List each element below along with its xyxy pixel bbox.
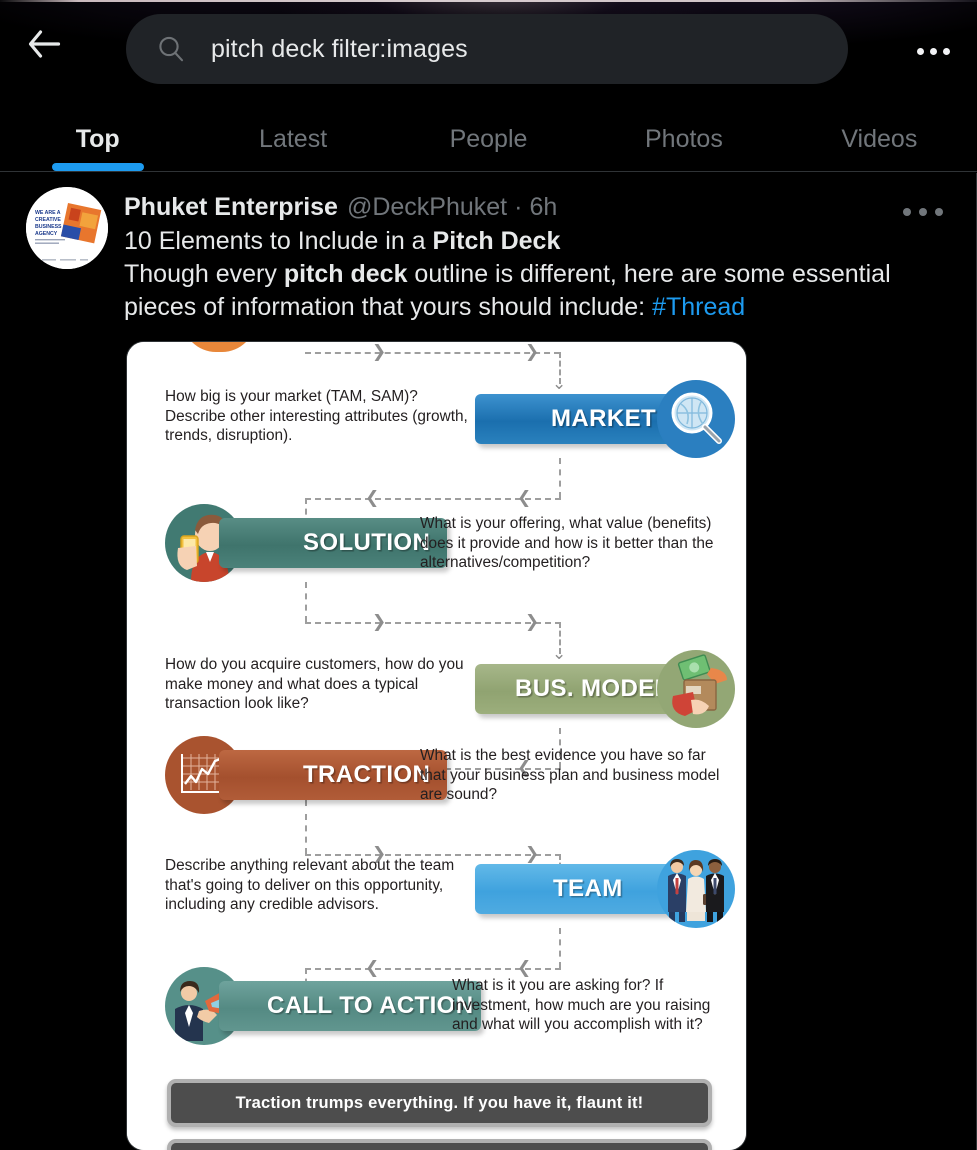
tab-photos-label: Photos — [645, 124, 723, 153]
tab-top[interactable]: Top — [0, 96, 195, 172]
search-tabs: Top Latest People Photos Videos — [0, 96, 977, 172]
tab-videos[interactable]: Videos — [782, 96, 977, 172]
tweet-author-handle[interactable]: @DeckPhuket — [347, 193, 507, 222]
hashtag-thread-link[interactable]: #Thread — [652, 293, 745, 321]
section-title-solution: SOLUTION — [303, 529, 431, 556]
tab-photos[interactable]: Photos — [586, 96, 781, 172]
connector-line — [559, 458, 561, 498]
section-blurb-bus-model: How do you acquire customers, how do you… — [165, 656, 464, 712]
arrow-right-icon: ❯ — [525, 342, 540, 362]
tweet-byline: Phuket Enterprise @DeckPhuket · 6h — [124, 193, 557, 222]
quote-plaque-2: If have experienced team, it might come … — [167, 1139, 712, 1150]
quote-plaque-1: Traction trumps everything. If you have … — [167, 1079, 712, 1127]
top-hairline — [0, 0, 977, 2]
section-blurb-market: How big is your market (TAM, SAM)? Descr… — [165, 388, 468, 444]
search-query-text: pitch deck filter:images — [211, 34, 468, 63]
section-title-traction: TRACTION — [303, 761, 431, 788]
arrow-left-icon: ❮ — [517, 958, 532, 978]
section-blurb-team: Describe anything relevant about the tea… — [165, 857, 455, 913]
section-title-team: TEAM — [553, 875, 623, 902]
arrow-left-icon: ❮ — [365, 958, 380, 978]
section-title-bus-model: BUS. MODEL — [515, 675, 670, 702]
cropped-orange-circle — [182, 342, 256, 352]
connector-line — [305, 582, 307, 622]
arrow-left-icon — [27, 29, 61, 59]
arrow-right-icon: ❯ — [525, 844, 540, 864]
tweet-text: 10 Elements to Include in a Pitch Deck T… — [124, 225, 914, 324]
connector-line — [559, 928, 561, 968]
section-title-call-to-action: CALL TO ACTION — [267, 992, 474, 1019]
tweet-author-name[interactable]: Phuket Enterprise — [124, 193, 338, 222]
section-blurb-traction: What is the best evidence you have so fa… — [420, 747, 720, 803]
arrow-down-icon: ⌄ — [552, 374, 567, 394]
svg-text:WE ARE A: WE ARE A — [35, 210, 61, 216]
more-horizontal-icon — [914, 47, 953, 55]
tweet-more-button[interactable] — [900, 197, 946, 227]
hand-with-money-parcel-icon — [657, 650, 735, 728]
tweet-image-infographic[interactable]: ❯ ❯ ⌄ How big is your market (TAM, SAM)?… — [126, 341, 747, 1150]
tab-people[interactable]: People — [391, 96, 586, 172]
section-title-market: MARKET — [551, 405, 657, 432]
three-people-icon — [657, 850, 735, 928]
arrow-right-icon: ❯ — [372, 612, 387, 632]
section-blurb-solution: What is your offering, what value (benef… — [420, 515, 714, 571]
tab-videos-label: Videos — [841, 124, 918, 153]
tweet-timestamp[interactable]: 6h — [529, 193, 557, 222]
arrow-right-icon: ❯ — [372, 342, 387, 362]
tweet-card[interactable]: WE ARE A CREATIVE BUSINESS AGENCY Phuket… — [0, 173, 977, 1150]
byline-separator: · — [514, 193, 523, 221]
svg-text:CREATIVE: CREATIVE — [35, 217, 61, 223]
tweet-line1-plain: 10 Elements to Include in a — [124, 227, 433, 255]
header-more-button[interactable] — [909, 34, 957, 68]
tab-latest[interactable]: Latest — [195, 96, 390, 172]
arrow-right-icon: ❯ — [525, 612, 540, 632]
tweet-line1-bold: Pitch Deck — [432, 227, 561, 255]
magnifying-glass-globe-icon — [657, 380, 735, 458]
tab-people-label: People — [449, 124, 528, 153]
search-header: pitch deck filter:images — [0, 6, 977, 84]
twitter-search-screen: pitch deck filter:images Top Latest Peop… — [0, 0, 977, 1150]
svg-text:AGENCY: AGENCY — [35, 231, 58, 237]
tab-latest-label: Latest — [259, 124, 328, 153]
connector-line — [305, 814, 307, 854]
search-input[interactable]: pitch deck filter:images — [126, 14, 848, 84]
tab-top-label: Top — [75, 124, 120, 153]
connector-line — [305, 352, 560, 354]
tweet-line2-bold: pitch deck — [283, 260, 408, 288]
avatar[interactable]: WE ARE A CREATIVE BUSINESS AGENCY — [26, 187, 108, 269]
back-button[interactable] — [16, 16, 72, 72]
arrow-left-icon: ❮ — [517, 488, 532, 508]
arrow-down-icon: ⌄ — [552, 644, 567, 664]
tweet-line2-a: Though every — [124, 260, 284, 288]
svg-text:BUSINESS: BUSINESS — [35, 224, 62, 230]
arrow-left-icon: ❮ — [365, 488, 380, 508]
more-horizontal-icon — [899, 208, 947, 216]
section-blurb-call-to-action: What is it you are asking for? If invest… — [452, 977, 711, 1033]
search-icon — [156, 34, 186, 64]
infographic-canvas: ❯ ❯ ⌄ How big is your market (TAM, SAM)?… — [127, 342, 746, 1150]
connector-line — [305, 622, 561, 624]
quote-plaque-1-text: Traction trumps everything. If you have … — [235, 1093, 644, 1112]
